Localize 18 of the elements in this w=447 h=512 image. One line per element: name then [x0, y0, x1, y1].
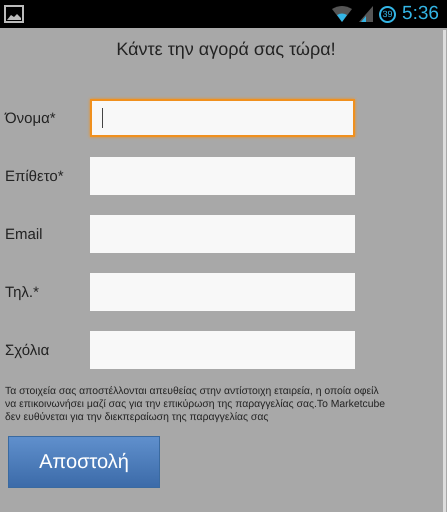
- input-field[interactable]: [90, 99, 355, 137]
- field-label: Τηλ.*: [5, 284, 40, 300]
- image-icon: [4, 5, 24, 23]
- clock-time: 5:36: [402, 3, 439, 25]
- input-field[interactable]: [90, 215, 355, 253]
- input-field[interactable]: [90, 157, 355, 195]
- input-field[interactable]: [90, 273, 355, 311]
- field-label: Όνομα*: [5, 110, 57, 126]
- signal-icon: [359, 6, 374, 22]
- battery-badge: 39: [379, 6, 396, 22]
- input-field[interactable]: [90, 331, 355, 369]
- field-label: Σχόλια: [5, 342, 50, 358]
- disclaimer-text: Τα στοιχεία σας αποστέλλονται απευθείας στην αντίστοιχη εταιρεία, η οποία οφείλ να επικοινωνήσει μαζί σας για την επικύρωση της παραγγελίας σας.Το Marketcube δεν ευθύνεται για την διεκπεραίωση της παραγγελίας σας: [5, 385, 386, 424]
- field-label: Επίθετο*: [5, 168, 65, 184]
- field-label: Email: [5, 226, 44, 242]
- submit-button[interactable]: Αποστολή: [8, 436, 160, 488]
- wifi-icon: [331, 6, 354, 22]
- page-title: Κάντε την αγορά σας τώρα!: [115, 38, 337, 61]
